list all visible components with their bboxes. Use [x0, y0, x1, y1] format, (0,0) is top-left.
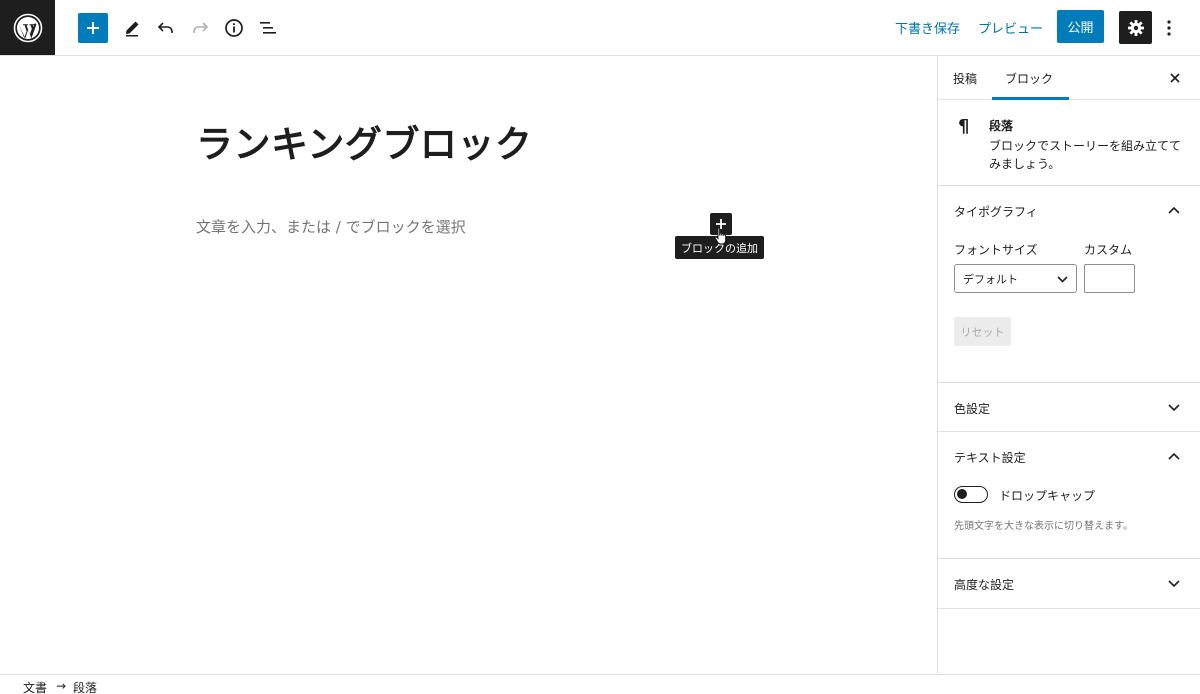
undo-icon[interactable] [150, 12, 182, 44]
chevron-down-icon [1057, 273, 1068, 286]
panel-divider [938, 431, 1200, 432]
drop-cap-toggle[interactable] [954, 486, 988, 503]
settings-gear-icon[interactable] [1119, 11, 1152, 44]
wordpress-logo-icon[interactable] [0, 0, 55, 55]
list-view-icon[interactable] [252, 12, 284, 44]
info-icon[interactable] [218, 12, 250, 44]
block-description: ブロックでストーリーを組み立ててみましょう。 [989, 139, 1182, 171]
block-name: 段落 [989, 119, 1014, 133]
editor-canvas: ランキングブロック 文章を入力、または / でブロックを選択 ブロックの追加 [0, 56, 937, 674]
drop-cap-label: ドロップキャップ [999, 489, 1096, 503]
custom-font-size-input[interactable] [1084, 264, 1135, 293]
advanced-panel-title[interactable]: 高度な設定 [954, 576, 1014, 593]
panel-divider [938, 558, 1200, 559]
hand-cursor-icon [714, 227, 728, 249]
breadcrumb-document[interactable]: 文書 [23, 679, 47, 694]
settings-sidebar: 投稿 ブロック ¶ 段落 ブロックでストーリーを組み立ててみましょう。 タイポグ… [937, 56, 1200, 674]
chevron-up-icon[interactable] [1167, 203, 1181, 217]
breadcrumb: 文書 → 段落 [0, 674, 1200, 694]
color-settings-panel-title[interactable]: 色設定 [954, 400, 990, 417]
close-icon[interactable] [1166, 69, 1184, 87]
editor-header: 下書き保存 プレビュー 公開 [0, 0, 1200, 56]
custom-size-label: カスタム [1084, 243, 1133, 257]
chevron-up-icon[interactable] [1167, 449, 1181, 463]
chevron-down-icon[interactable] [1167, 401, 1181, 415]
panel-divider [938, 382, 1200, 383]
reset-button[interactable]: リセット [954, 317, 1011, 346]
panel-divider [938, 608, 1200, 609]
preview-button[interactable]: プレビュー [978, 18, 1043, 37]
save-draft-button[interactable]: 下書き保存 [895, 18, 960, 37]
publish-button[interactable]: 公開 [1057, 10, 1104, 43]
tab-post[interactable]: 投稿 [953, 70, 977, 87]
text-settings-panel-title[interactable]: テキスト設定 [954, 449, 1026, 466]
typography-panel-title[interactable]: タイポグラフィ [954, 203, 1038, 220]
font-size-value: デフォルト [963, 272, 1018, 286]
drop-cap-help: 先頭文字を大きな表示に切り替えます。 [954, 521, 1133, 532]
font-size-label: フォントサイズ [954, 243, 1038, 257]
font-size-select[interactable]: デフォルト [954, 264, 1077, 293]
edit-pencil-icon[interactable] [116, 12, 148, 44]
sidebar-tabs: 投稿 ブロック [938, 56, 1200, 100]
toggle-knob [957, 489, 967, 499]
more-options-icon[interactable] [1160, 13, 1178, 43]
breadcrumb-separator: → [56, 679, 67, 693]
redo-icon[interactable] [184, 12, 216, 44]
tab-block[interactable]: ブロック [1005, 70, 1053, 87]
chevron-down-icon[interactable] [1167, 577, 1181, 591]
add-block-button[interactable] [78, 13, 108, 43]
breadcrumb-paragraph[interactable]: 段落 [73, 679, 97, 694]
paragraph-placeholder[interactable]: 文章を入力、または / でブロックを選択 [196, 216, 466, 237]
post-title[interactable]: ランキングブロック [196, 114, 532, 168]
block-card: ¶ 段落 ブロックでストーリーを組み立ててみましょう。 [938, 100, 1200, 186]
paragraph-icon: ¶ [958, 116, 970, 137]
